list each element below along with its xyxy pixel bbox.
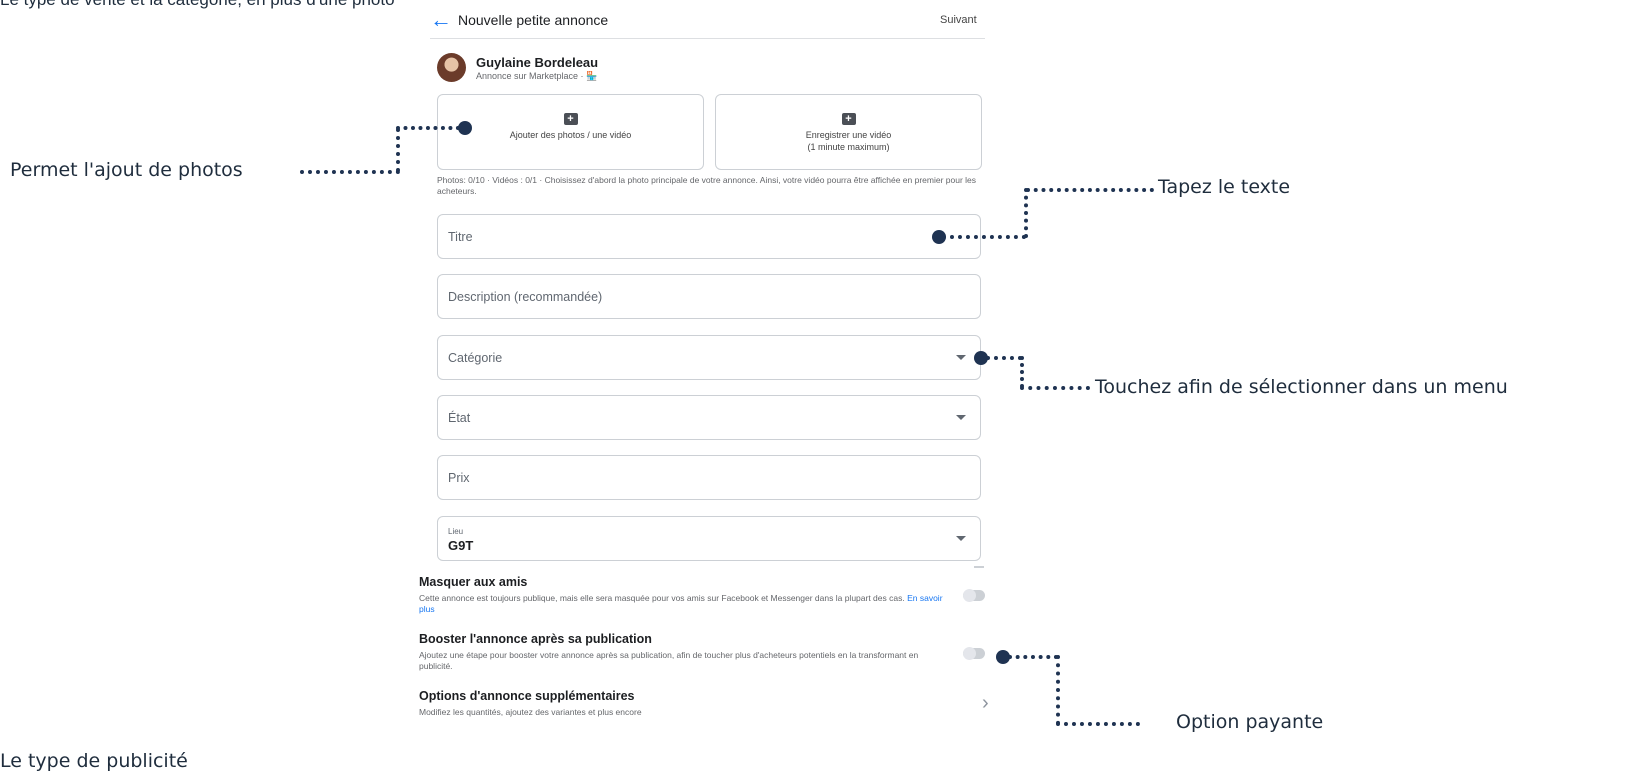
callout-photos-line (396, 128, 400, 172)
callout-menu-line (986, 356, 1022, 360)
description-field[interactable]: Description (recommandée) (437, 274, 981, 319)
add-photo-icon: + (563, 113, 578, 125)
callout-menu-line (1020, 386, 1090, 390)
category-placeholder: Catégorie (448, 351, 503, 365)
hide-from-friends-desc: Cette annonce est toujours publique, mai… (419, 593, 943, 614)
price-field[interactable]: Prix (437, 455, 981, 500)
back-arrow-icon[interactable]: ← (430, 9, 452, 32)
location-value: G9T (448, 538, 474, 553)
callout-paid-text: Option payante (1176, 711, 1324, 733)
callout-text-line (942, 235, 1026, 239)
top-clipped-text: Le type de vente et la catégorie, en plu… (0, 0, 395, 10)
description-placeholder: Description (recommandée) (448, 290, 603, 304)
title-placeholder: Titre (448, 230, 473, 244)
location-label: Lieu (448, 527, 464, 536)
callout-photos-line (396, 126, 460, 130)
caret-down-icon (956, 536, 966, 541)
callout-text-text: Tapez le texte (1158, 176, 1291, 198)
price-placeholder: Prix (448, 471, 470, 485)
scroll-indicator (974, 566, 984, 568)
condition-placeholder: État (448, 411, 471, 425)
caret-down-icon (956, 355, 966, 360)
callout-paid-line (1056, 722, 1140, 726)
user-name: Guylaine Bordeleau (476, 55, 599, 70)
hide-from-friends-toggle[interactable] (963, 589, 985, 602)
add-photos-label: Ajouter des photos / une vidéo (509, 130, 632, 140)
caret-down-icon (956, 415, 966, 420)
page-title: Nouvelle petite annonce (458, 12, 609, 28)
boost-desc: Ajoutez une étape pour booster votre ann… (419, 650, 919, 671)
photo-note: Photos: 0/10 · Vidéos : 0/1 · Choisissez… (437, 175, 977, 196)
callout-paid-line (1056, 655, 1060, 725)
callout-text-line (1024, 188, 1028, 238)
title-field[interactable]: Titre (437, 214, 981, 259)
bottom-clipped-text: Le type de publicité (0, 750, 188, 772)
record-video-limit: (1 minute maximum) (807, 142, 890, 152)
callout-photos-dot (458, 121, 472, 135)
record-video-button[interactable]: + Enregistrer une vidéo (1 minute maximu… (715, 94, 982, 170)
more-options-desc: Modifiez les quantités, ajoutez des vari… (419, 707, 642, 717)
callout-text-line (1026, 188, 1154, 192)
callout-menu-text: Touchez afin de sélectionner dans un men… (1095, 376, 1508, 398)
more-options-title[interactable]: Options d'annonce supplémentaires (419, 689, 635, 703)
callout-photos-line (300, 170, 400, 174)
callout-photos-text: Permet l'ajout de photos (10, 159, 243, 181)
callout-paid-line (1008, 655, 1058, 659)
boost-toggle[interactable] (963, 647, 985, 660)
callout-menu-line (1020, 356, 1024, 388)
user-subtitle: Annonce sur Marketplace · 🏪 (476, 71, 598, 81)
category-select[interactable]: Catégorie (437, 335, 981, 380)
add-photos-button[interactable]: + Ajouter des photos / une vidéo (437, 94, 704, 170)
boost-title: Booster l'annonce après sa publication (419, 632, 652, 646)
header-divider (430, 38, 985, 39)
chevron-right-icon[interactable]: › (982, 692, 989, 715)
record-video-label: Enregistrer une vidéo (805, 130, 892, 140)
hide-from-friends-title: Masquer aux amis (419, 575, 528, 589)
condition-select[interactable]: État (437, 395, 981, 440)
avatar (437, 53, 466, 82)
video-camera-icon: + (841, 113, 856, 125)
callout-text-dot (932, 230, 946, 244)
location-select[interactable]: Lieu G9T (437, 516, 981, 561)
next-button[interactable]: Suivant (940, 14, 977, 26)
